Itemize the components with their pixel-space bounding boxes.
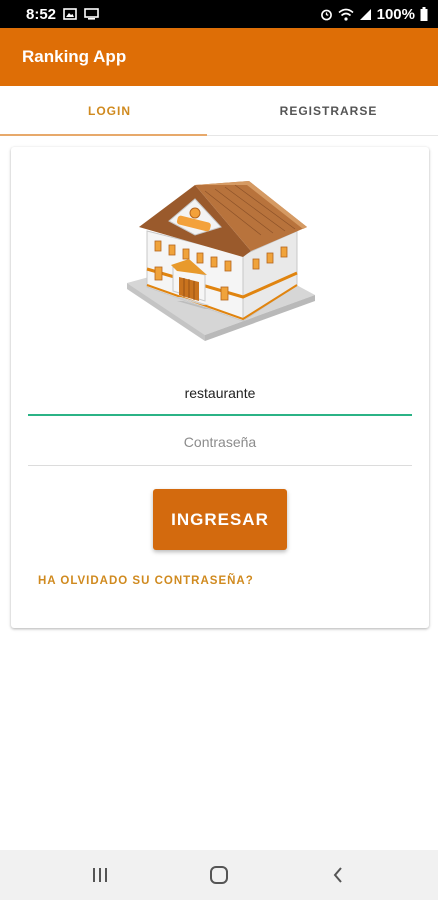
- recent-apps-button[interactable]: [80, 855, 120, 895]
- cast-icon: [84, 8, 99, 20]
- tab-registrarse-label: REGISTRARSE: [279, 103, 378, 118]
- password-placeholder: Contraseña: [183, 433, 257, 450]
- status-time: 8:52: [26, 5, 57, 23]
- status-left: 8:52: [26, 6, 99, 23]
- tab-bar: LOGIN REGISTRARSE: [0, 86, 438, 136]
- restaurant-building-icon: [127, 181, 315, 341]
- login-button-label: INGRESAR: [171, 509, 269, 529]
- recent-apps-icon: [92, 868, 107, 882]
- home-button[interactable]: [199, 855, 239, 895]
- status-right: 100%: [320, 6, 428, 23]
- battery-percentage: 100%: [376, 5, 415, 23]
- alarm-icon: [320, 9, 332, 20]
- home-icon: [209, 866, 228, 884]
- back-button[interactable]: [318, 855, 358, 895]
- tab-selected-indicator: [0, 134, 207, 136]
- tab-login[interactable]: LOGIN: [0, 86, 219, 135]
- navigation-bar: [0, 850, 438, 900]
- forgot-password-label: HA OLVIDADO SU CONTRASEÑA?: [38, 575, 254, 587]
- wifi-icon: [338, 8, 354, 21]
- login-card: restaurante Contraseña INGRESAR HA OLVID…: [11, 147, 429, 628]
- login-button[interactable]: INGRESAR: [153, 489, 287, 550]
- back-icon: [333, 867, 343, 883]
- app-title: Ranking App: [22, 47, 127, 66]
- image-icon: [63, 8, 77, 20]
- username-value: restaurante: [184, 385, 256, 401]
- tab-registrarse[interactable]: REGISTRARSE: [219, 86, 438, 135]
- forgot-password-link[interactable]: HA OLVIDADO SU CONTRASEÑA?: [38, 575, 254, 587]
- password-field[interactable]: Contraseña: [28, 418, 412, 466]
- battery-icon: [420, 7, 428, 21]
- app-bar: Ranking App: [0, 28, 438, 86]
- status-bar: 8:52 100%: [0, 0, 438, 28]
- username-field[interactable]: restaurante: [28, 372, 412, 416]
- tab-login-label: LOGIN: [88, 103, 131, 118]
- signal-icon: [359, 8, 371, 20]
